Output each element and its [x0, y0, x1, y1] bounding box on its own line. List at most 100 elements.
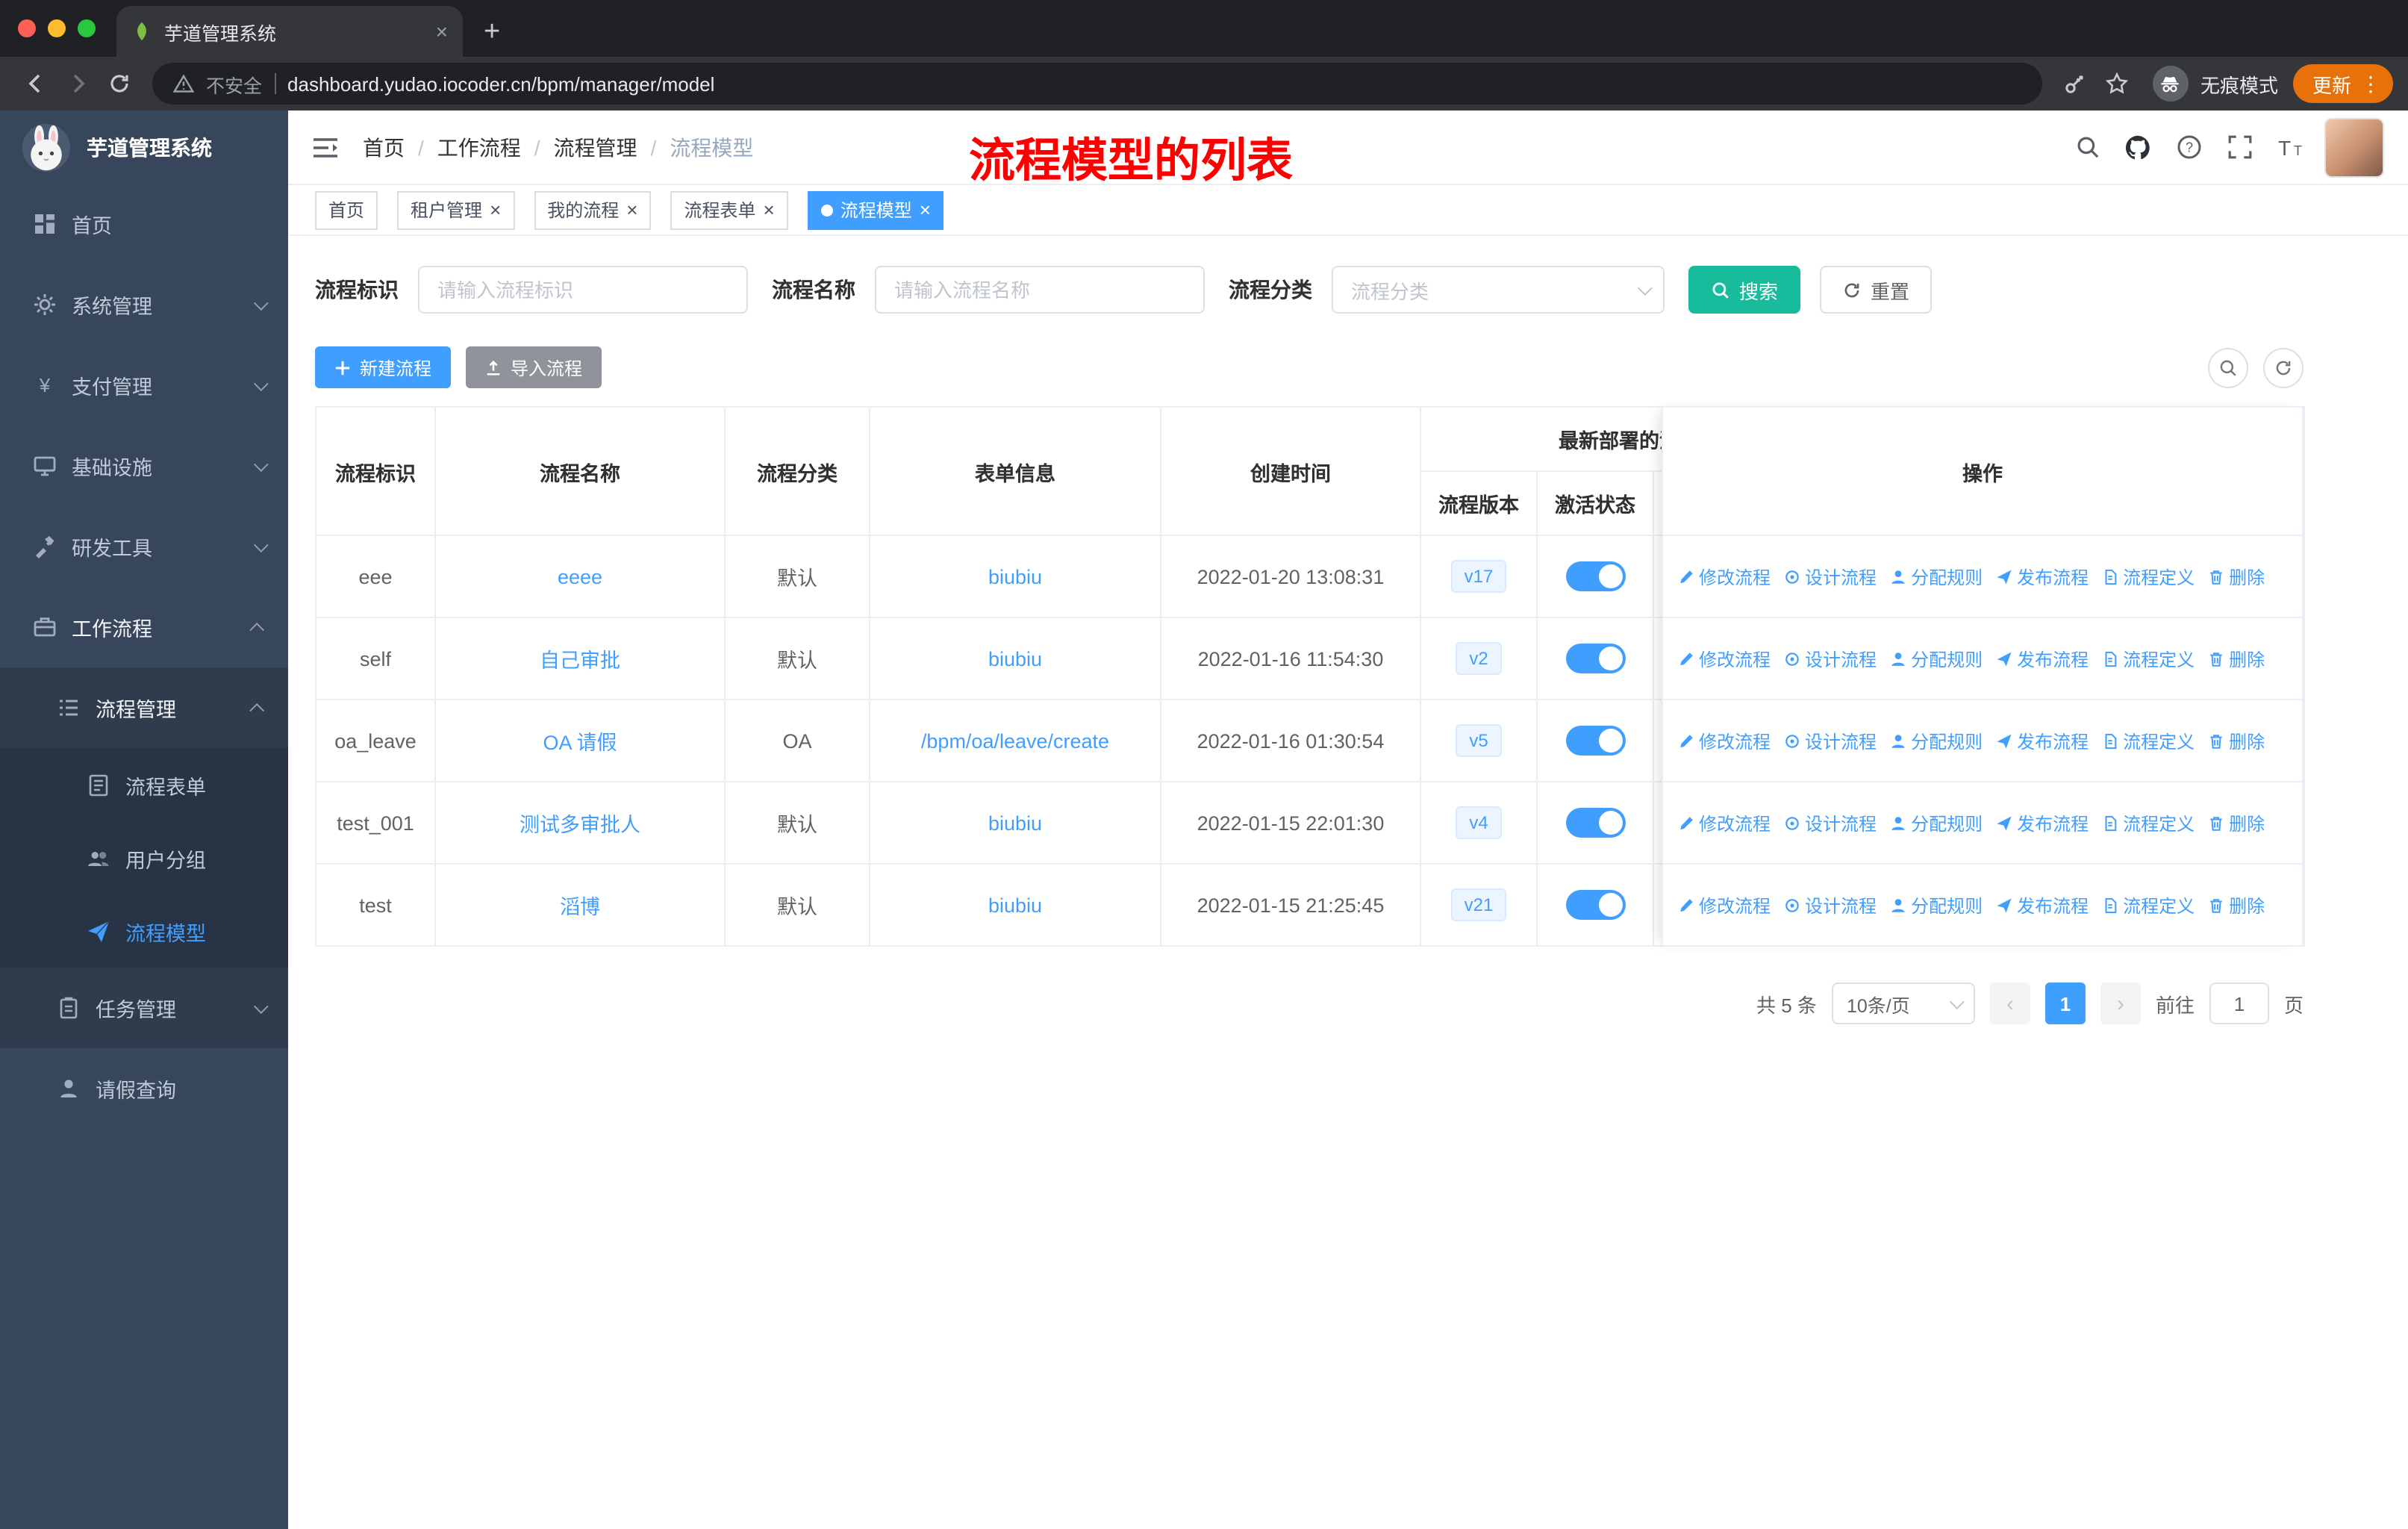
- action-edit-link[interactable]: 修改流程: [1678, 646, 1771, 671]
- action-design-link[interactable]: 设计流程: [1784, 810, 1877, 835]
- forward-icon[interactable]: [57, 63, 99, 105]
- sidebar-item-infrastructure[interactable]: 基础设施: [0, 426, 288, 506]
- breadcrumb-item[interactable]: 工作流程: [437, 132, 521, 162]
- form-info-link[interactable]: biubiu: [988, 647, 1042, 670]
- process-id-input[interactable]: [418, 266, 748, 314]
- maximize-window-button[interactable]: [78, 19, 96, 37]
- breadcrumb-item[interactable]: 首页: [363, 132, 405, 162]
- form-info-link[interactable]: /bpm/oa/leave/create: [921, 729, 1109, 752]
- action-edit-link[interactable]: 修改流程: [1678, 564, 1771, 589]
- action-assign-link[interactable]: 分配规则: [1890, 646, 1983, 671]
- font-size-icon[interactable]: TT: [2274, 131, 2306, 164]
- version-tag[interactable]: v17: [1450, 560, 1507, 593]
- hamburger-icon[interactable]: [312, 135, 339, 159]
- sidebar-item-user-group[interactable]: 用户分组: [0, 821, 288, 894]
- browser-menu-icon[interactable]: ⋮: [2360, 71, 2381, 96]
- sidebar-item-process-management[interactable]: 流程管理: [0, 667, 288, 748]
- version-tag[interactable]: v2: [1456, 642, 1502, 675]
- active-toggle[interactable]: [1565, 561, 1625, 591]
- form-info-link[interactable]: biubiu: [988, 565, 1042, 588]
- sidebar-item-process-form[interactable]: 流程表单: [0, 748, 288, 821]
- version-tag[interactable]: v5: [1456, 724, 1502, 757]
- process-name-link[interactable]: eeee: [558, 565, 602, 588]
- action-publish-link[interactable]: 发布流程: [1996, 810, 2089, 835]
- minimize-window-button[interactable]: [48, 19, 66, 37]
- active-toggle[interactable]: [1565, 890, 1625, 920]
- sidebar-item-devtools[interactable]: 研发工具: [0, 506, 288, 587]
- next-page-button[interactable]: ›: [2100, 983, 2141, 1024]
- action-edit-link[interactable]: 修改流程: [1678, 892, 1771, 918]
- category-select[interactable]: 流程分类: [1332, 266, 1665, 314]
- user-avatar[interactable]: [2324, 117, 2384, 177]
- version-tag[interactable]: v4: [1456, 806, 1502, 839]
- page-number-button[interactable]: 1: [2044, 983, 2086, 1024]
- action-definition-link[interactable]: 流程定义: [2102, 564, 2195, 589]
- reload-icon[interactable]: [99, 63, 140, 105]
- tag-view[interactable]: 租户管理 ×: [397, 190, 515, 229]
- logo[interactable]: 芋道管理系统: [0, 110, 288, 184]
- reset-button[interactable]: 重置: [1820, 266, 1933, 314]
- action-publish-link[interactable]: 发布流程: [1996, 564, 2089, 589]
- action-definition-link[interactable]: 流程定义: [2102, 646, 2195, 671]
- sidebar-item-home[interactable]: 首页: [0, 184, 288, 264]
- fullscreen-icon[interactable]: [2223, 131, 2256, 164]
- action-delete-link[interactable]: 删除: [2208, 646, 2265, 671]
- security-label[interactable]: 不安全: [206, 69, 262, 98]
- refresh-icon[interactable]: [2263, 347, 2303, 387]
- action-delete-link[interactable]: 删除: [2208, 728, 2265, 753]
- sidebar-item-system[interactable]: 系统管理: [0, 264, 288, 345]
- action-assign-link[interactable]: 分配规则: [1890, 564, 1983, 589]
- active-toggle[interactable]: [1565, 726, 1625, 756]
- active-toggle[interactable]: [1565, 644, 1625, 673]
- profile-chip[interactable]: 无痕模式: [2152, 66, 2278, 102]
- address-bar[interactable]: 不安全 dashboard.yudao.iocoder.cn/bpm/manag…: [152, 63, 2042, 105]
- action-assign-link[interactable]: 分配规则: [1890, 728, 1983, 753]
- action-definition-link[interactable]: 流程定义: [2102, 892, 2195, 918]
- action-assign-link[interactable]: 分配规则: [1890, 810, 1983, 835]
- action-edit-link[interactable]: 修改流程: [1678, 728, 1771, 753]
- process-name-link[interactable]: OA 请假: [543, 732, 617, 754]
- create-process-button[interactable]: 新建流程: [315, 346, 452, 388]
- action-publish-link[interactable]: 发布流程: [1996, 728, 2089, 753]
- version-tag[interactable]: v21: [1450, 888, 1507, 921]
- action-design-link[interactable]: 设计流程: [1784, 728, 1877, 753]
- goto-page-input[interactable]: [2209, 983, 2269, 1024]
- process-name-input[interactable]: [875, 266, 1205, 314]
- action-definition-link[interactable]: 流程定义: [2102, 728, 2195, 753]
- sidebar-item-process-model[interactable]: 流程模型: [0, 894, 288, 968]
- prev-page-button[interactable]: ‹: [1989, 983, 2030, 1024]
- tab-close-icon[interactable]: ×: [436, 21, 448, 42]
- help-icon[interactable]: ?: [2172, 131, 2205, 164]
- action-assign-link[interactable]: 分配规则: [1890, 892, 1983, 918]
- action-design-link[interactable]: 设计流程: [1784, 564, 1877, 589]
- action-edit-link[interactable]: 修改流程: [1678, 810, 1771, 835]
- action-delete-link[interactable]: 删除: [2208, 564, 2265, 589]
- process-name-link[interactable]: 自己审批: [540, 650, 620, 672]
- back-icon[interactable]: [15, 63, 57, 105]
- import-process-button[interactable]: 导入流程: [466, 346, 602, 388]
- close-icon[interactable]: ×: [920, 200, 931, 219]
- new-tab-button[interactable]: +: [484, 18, 500, 46]
- tag-view[interactable]: 我的流程 ×: [534, 190, 652, 229]
- search-button[interactable]: 搜索: [1688, 266, 1801, 314]
- sidebar-item-workflow[interactable]: 工作流程: [0, 587, 288, 667]
- github-icon[interactable]: [2121, 131, 2154, 164]
- process-name-link[interactable]: 测试多审批人: [520, 814, 640, 836]
- form-info-link[interactable]: biubiu: [988, 894, 1042, 916]
- process-name-link[interactable]: 滔博: [560, 896, 600, 918]
- action-definition-link[interactable]: 流程定义: [2102, 810, 2195, 835]
- update-button[interactable]: 更新 ⋮: [2292, 64, 2393, 103]
- active-toggle[interactable]: [1565, 808, 1625, 838]
- sidebar-item-payment[interactable]: ¥ 支付管理: [0, 345, 288, 426]
- breadcrumb-item[interactable]: 流程管理: [554, 132, 637, 162]
- browser-tab[interactable]: 芋道管理系统 ×: [116, 6, 463, 57]
- show-search-icon[interactable]: [2208, 347, 2248, 387]
- close-icon[interactable]: ×: [626, 200, 637, 219]
- close-window-button[interactable]: [18, 19, 36, 37]
- action-design-link[interactable]: 设计流程: [1784, 646, 1877, 671]
- tag-view[interactable]: 首页: [315, 190, 378, 229]
- action-design-link[interactable]: 设计流程: [1784, 892, 1877, 918]
- action-delete-link[interactable]: 删除: [2208, 810, 2265, 835]
- action-publish-link[interactable]: 发布流程: [1996, 646, 2089, 671]
- action-publish-link[interactable]: 发布流程: [1996, 892, 2089, 918]
